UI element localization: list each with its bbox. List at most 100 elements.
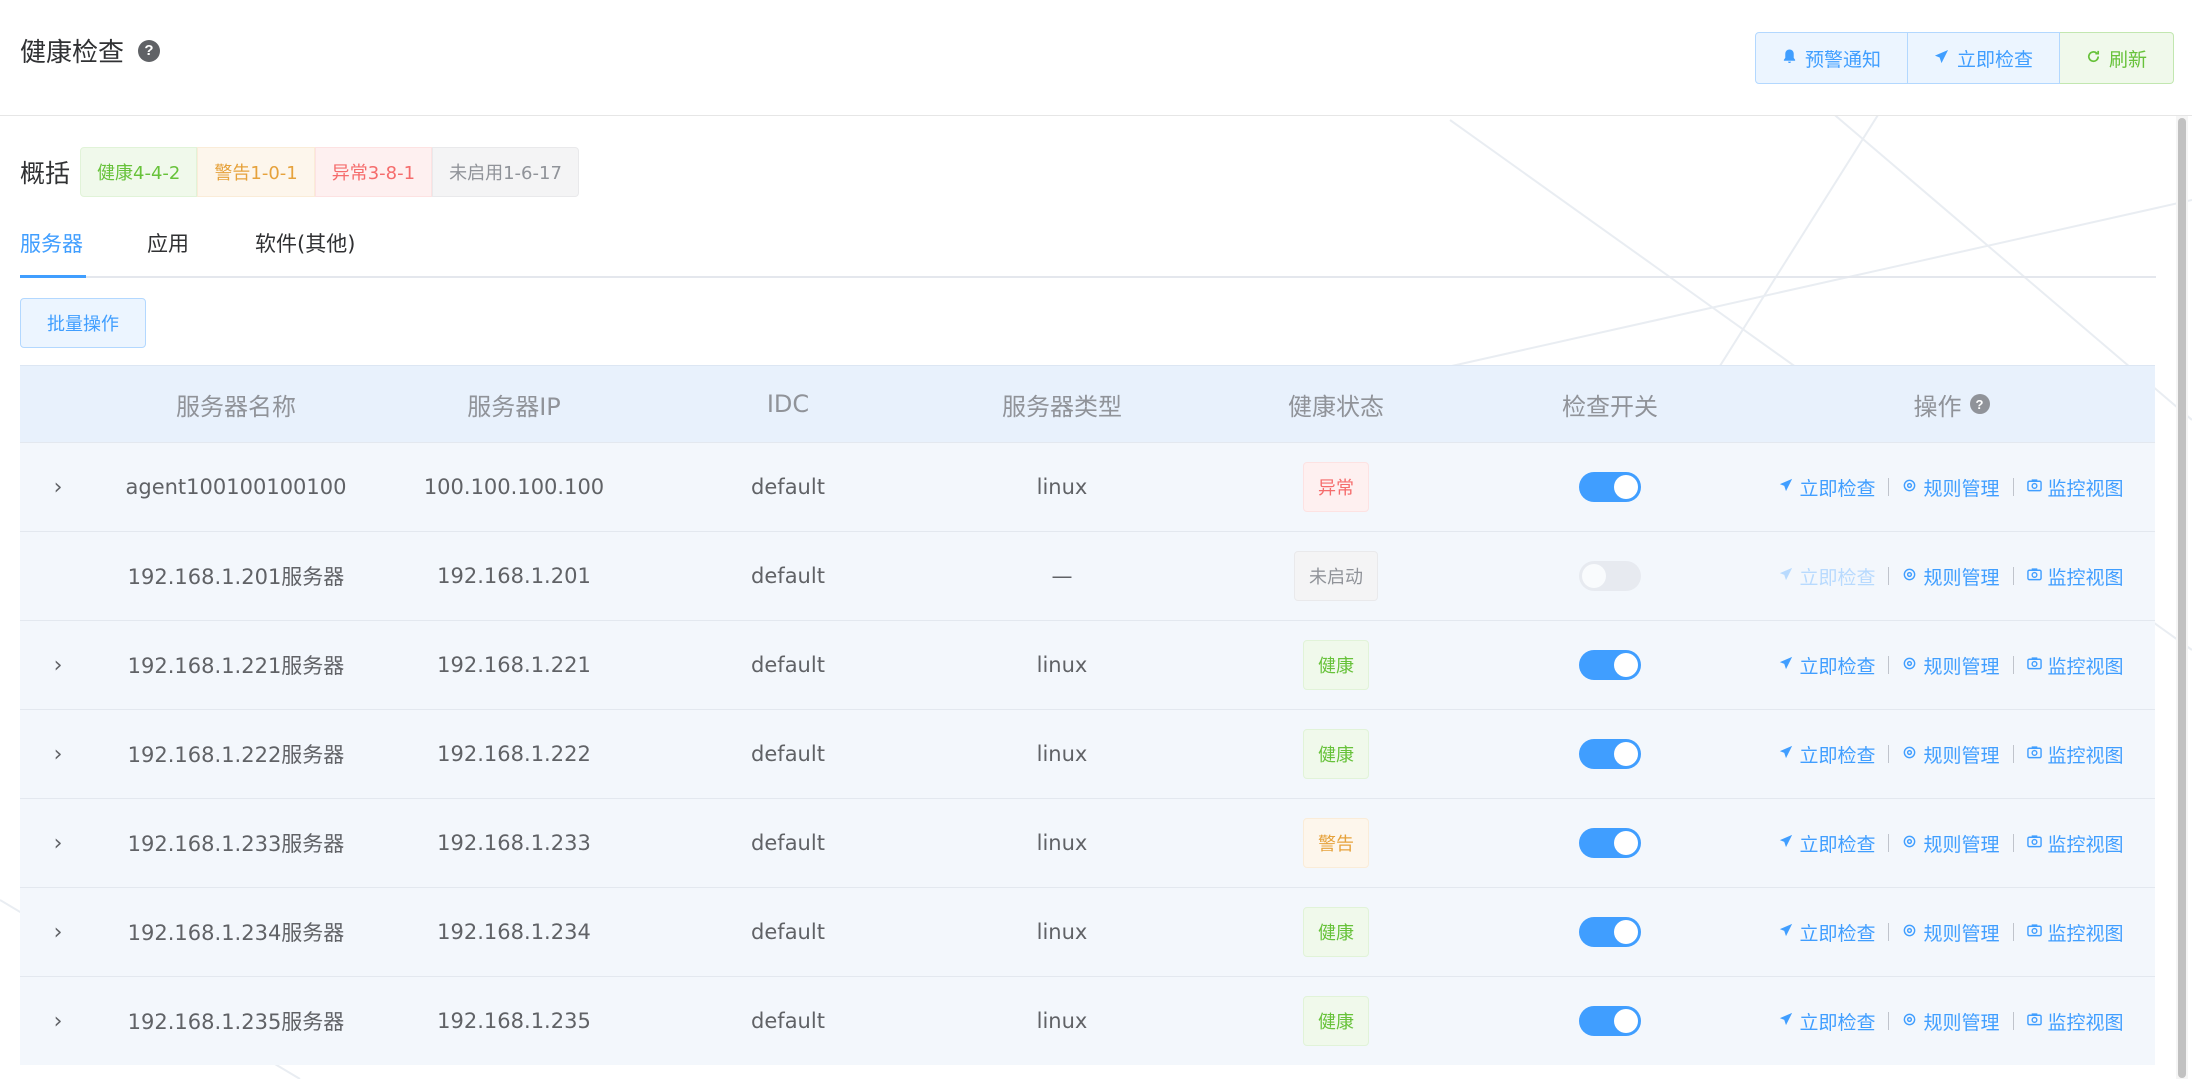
health-status-cell: 健康 <box>1200 996 1472 1046</box>
toggle-knob <box>1614 653 1638 677</box>
batch-operation-button[interactable]: 批量操作 <box>20 298 146 348</box>
health-status-badge: 健康 <box>1303 907 1369 957</box>
tab-servers[interactable]: 服务器 <box>20 228 83 258</box>
server-ip: 100.100.100.100 <box>423 475 605 499</box>
expand-cell: › <box>20 920 96 945</box>
divider <box>2012 478 2014 496</box>
row-check-now-label: 立即检查 <box>1799 566 1876 589</box>
server-ip: 192.168.1.222 <box>437 742 591 766</box>
row-monitor-view-link[interactable]: 监控视图 <box>2026 1008 2124 1035</box>
server-name: 192.168.1.221服务器 <box>127 654 345 678</box>
operations-cell: 立即检查 规则管理 监控视图 <box>1748 919 2155 946</box>
divider <box>2012 567 2014 585</box>
summary-bar: 概括 健康4-4-2 警告1-0-1 异常3-8-1 未启用1-6-17 <box>20 147 579 197</box>
row-monitor-view-label: 监控视图 <box>2047 1011 2124 1034</box>
check-toggle-switch[interactable] <box>1579 1006 1641 1036</box>
health-status-badge: 未启动 <box>1294 551 1378 601</box>
scrollbar-thumb[interactable] <box>2178 118 2186 1078</box>
row-monitor-view-label: 监控视图 <box>2047 833 2124 856</box>
row-check-now-link[interactable]: 立即检查 <box>1779 474 1875 501</box>
toggle-knob <box>1614 1009 1638 1033</box>
chevron-right-icon[interactable]: › <box>54 920 63 945</box>
health-status-cell: 健康 <box>1200 907 1472 957</box>
server-ip: 192.168.1.201 <box>437 564 591 588</box>
summary-tag-error[interactable]: 异常3-8-1 <box>314 147 433 197</box>
divider <box>2012 745 2014 763</box>
camera-icon <box>2026 656 2042 674</box>
row-check-now-link[interactable]: 立即检查 <box>1779 741 1875 768</box>
help-icon[interactable]: ? <box>138 39 161 62</box>
check-toggle-switch[interactable] <box>1579 472 1641 502</box>
chevron-right-icon[interactable]: › <box>54 653 63 678</box>
chevron-right-icon[interactable]: › <box>54 742 63 767</box>
row-check-now-label: 立即检查 <box>1799 744 1876 767</box>
server-idc: default <box>751 564 825 588</box>
row-check-now-link[interactable]: 立即检查 <box>1779 919 1875 946</box>
row-monitor-view-link[interactable]: 监控视图 <box>2026 563 2124 590</box>
row-rule-manage-link[interactable]: 规则管理 <box>1902 830 2000 857</box>
refresh-label: 刷新 <box>2109 48 2148 71</box>
check-toggle-switch[interactable] <box>1579 828 1641 858</box>
refresh-button[interactable]: 刷新 <box>2060 32 2175 84</box>
send-icon <box>1779 834 1793 852</box>
check-toggle-switch[interactable] <box>1579 917 1641 947</box>
chevron-right-icon[interactable]: › <box>54 831 63 856</box>
send-icon <box>1779 478 1793 496</box>
row-rule-manage-link[interactable]: 规则管理 <box>1902 563 2000 590</box>
toggle-knob <box>1614 920 1638 944</box>
tab-software-other[interactable]: 软件(其他) <box>255 228 355 258</box>
page-title-text: 健康检查 <box>20 38 125 68</box>
row-monitor-view-label: 监控视图 <box>2047 566 2124 589</box>
chevron-right-icon[interactable]: › <box>54 1009 63 1034</box>
check-toggle-switch[interactable] <box>1579 650 1641 680</box>
check-toggle-switch[interactable] <box>1579 561 1641 591</box>
header-check-switch: 检查开关 <box>1562 392 1658 421</box>
server-name: agent100100100100 <box>125 475 347 499</box>
row-monitor-view-link[interactable]: 监控视图 <box>2026 741 2124 768</box>
expand-cell: › <box>20 1009 96 1034</box>
toggle-knob <box>1614 475 1638 499</box>
server-type: linux <box>1036 831 1088 855</box>
row-monitor-view-link[interactable]: 监控视图 <box>2026 474 2124 501</box>
alert-notify-button[interactable]: 预警通知 <box>1755 32 1909 84</box>
divider <box>2012 923 2014 941</box>
row-check-now-link[interactable]: 立即检查 <box>1779 830 1875 857</box>
summary-tag-healthy[interactable]: 健康4-4-2 <box>80 147 198 197</box>
table-row: › 192.168.1.201服务器 192.168.1.201 default… <box>20 531 2155 620</box>
row-check-now-link[interactable]: 立即检查 <box>1779 563 1875 590</box>
row-monitor-view-link[interactable]: 监控视图 <box>2026 652 2124 679</box>
chevron-right-icon[interactable]: › <box>54 475 63 500</box>
server-type: linux <box>1036 653 1088 677</box>
row-rule-manage-link[interactable]: 规则管理 <box>1902 474 2000 501</box>
server-idc: default <box>751 1009 825 1033</box>
check-toggle-switch[interactable] <box>1579 739 1641 769</box>
check-switch-cell <box>1472 1006 1748 1036</box>
summary-tag-disabled[interactable]: 未启用1-6-17 <box>432 147 579 197</box>
send-icon <box>1779 656 1793 674</box>
check-now-button[interactable]: 立即检查 <box>1908 32 2061 84</box>
row-monitor-view-link[interactable]: 监控视图 <box>2026 830 2124 857</box>
server-type: linux <box>1036 1009 1088 1033</box>
check-switch-cell <box>1472 917 1748 947</box>
health-status-cell: 未启动 <box>1200 551 1472 601</box>
row-rule-manage-link[interactable]: 规则管理 <box>1902 919 2000 946</box>
health-status-badge: 健康 <box>1303 996 1369 1046</box>
row-monitor-view-link[interactable]: 监控视图 <box>2026 919 2124 946</box>
row-rule-manage-label: 规则管理 <box>1923 566 2000 589</box>
server-name: 192.168.1.235服务器 <box>127 1010 345 1034</box>
row-check-now-link[interactable]: 立即检查 <box>1779 652 1875 679</box>
server-ip: 192.168.1.221 <box>437 653 591 677</box>
header-server-ip: 服务器IP <box>467 392 561 421</box>
row-rule-manage-link[interactable]: 规则管理 <box>1902 652 2000 679</box>
row-check-now-link[interactable]: 立即检查 <box>1779 1008 1875 1035</box>
expand-cell: › <box>20 742 96 767</box>
summary-tag-warning[interactable]: 警告1-0-1 <box>197 147 315 197</box>
row-rule-manage-link[interactable]: 规则管理 <box>1902 741 2000 768</box>
send-icon <box>1779 745 1793 763</box>
divider <box>1888 1012 1890 1030</box>
header-server-type: 服务器类型 <box>1002 392 1122 421</box>
gear-icon <box>1902 1012 1917 1031</box>
tab-applications[interactable]: 应用 <box>147 228 189 258</box>
row-rule-manage-link[interactable]: 规则管理 <box>1902 1008 2000 1035</box>
help-icon[interactable]: ? <box>1969 394 1990 414</box>
